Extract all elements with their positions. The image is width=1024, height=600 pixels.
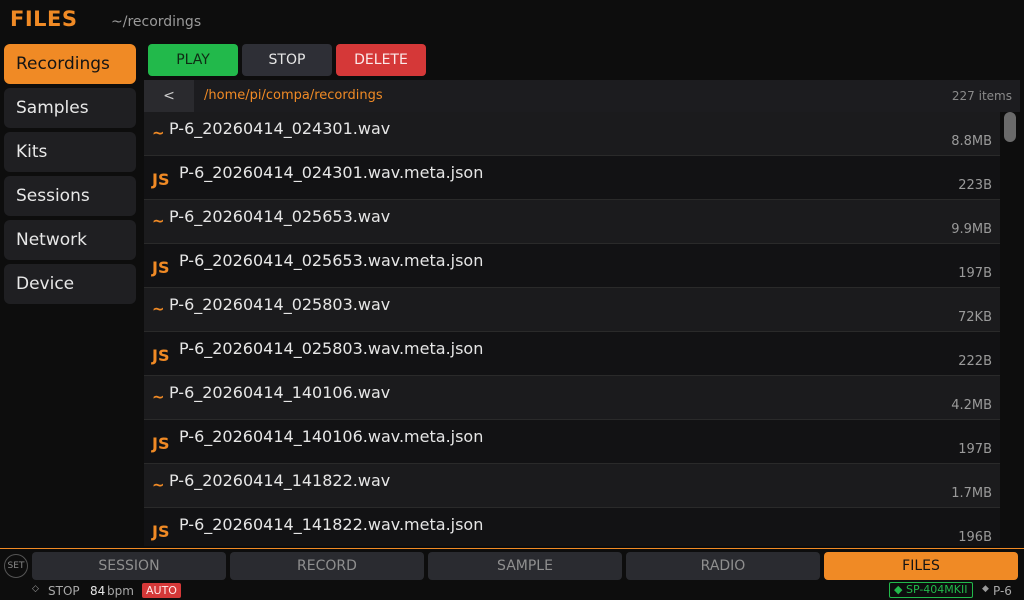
sidebar-item-sessions[interactable]: Sessions	[4, 176, 136, 216]
file-name: P-6_20260414_140106.wav	[169, 383, 391, 402]
file-name: P-6_20260414_141822.wav	[169, 471, 391, 490]
tab-radio[interactable]: RADIO	[626, 552, 820, 580]
set-button[interactable]: SET	[4, 554, 28, 578]
sidebar-item-label: Device	[16, 274, 75, 294]
file-name: P-6_20260414_141822.wav.meta.json	[179, 515, 484, 534]
json-file-icon: JS	[152, 434, 170, 453]
header: FILES ~/recordings	[0, 0, 1024, 40]
file-size: 223B	[958, 178, 992, 193]
header-path: ~/recordings	[111, 14, 202, 30]
bpm-value: 84	[90, 584, 106, 598]
scrollbar-thumb[interactable]	[1004, 112, 1016, 142]
json-file-icon: JS	[152, 346, 170, 365]
device-name: SP-404MKII	[905, 583, 968, 596]
file-size: 1.7MB	[951, 486, 992, 501]
file-size: 4.2MB	[951, 398, 992, 413]
scrollbar[interactable]	[1002, 112, 1018, 546]
file-row[interactable]: JS P-6_20260414_140106.wav.meta.json 197…	[144, 420, 1000, 464]
file-row[interactable]: ~ P-6_20260414_024301.wav 8.8MB	[144, 112, 1000, 156]
file-name: P-6_20260414_025653.wav.meta.json	[179, 251, 484, 270]
file-row[interactable]: ~ P-6_20260414_141822.wav 1.7MB	[144, 464, 1000, 508]
file-size: 72KB	[958, 310, 992, 325]
audio-wave-icon: ~	[152, 300, 165, 318]
sidebar-item-label: Sessions	[16, 186, 90, 206]
sidebar-item-network[interactable]: Network	[4, 220, 136, 260]
delete-button[interactable]: DELETE	[336, 44, 426, 76]
sidebar-item-label: Samples	[16, 98, 89, 118]
file-row[interactable]: ~ P-6_20260414_025803.wav 72KB	[144, 288, 1000, 332]
model-indicator-icon: ◆	[982, 584, 989, 594]
tab-session[interactable]: SESSION	[32, 552, 226, 580]
tab-sample[interactable]: SAMPLE	[428, 552, 622, 580]
file-row[interactable]: JS P-6_20260414_025653.wav.meta.json 197…	[144, 244, 1000, 288]
audio-wave-icon: ~	[152, 212, 165, 230]
sidebar-item-samples[interactable]: Samples	[4, 88, 136, 128]
file-size: 197B	[958, 266, 992, 281]
sidebar-item-recordings[interactable]: Recordings	[4, 44, 136, 84]
status-bar: ◇ STOP 84 bpm AUTO ◆ SP-404MKII ◆ P-6	[0, 582, 1024, 600]
audio-wave-icon: ~	[152, 388, 165, 406]
path-bar: < /home/pi/compa/recordings 227 items	[144, 80, 1020, 112]
sidebar-item-label: Network	[16, 230, 87, 250]
file-size: 9.9MB	[951, 222, 992, 237]
file-row[interactable]: JS P-6_20260414_141822.wav.meta.json 196…	[144, 508, 1000, 546]
divider	[0, 548, 1024, 549]
current-path: /home/pi/compa/recordings	[204, 88, 383, 103]
sidebar-item-label: Recordings	[16, 54, 110, 74]
file-size: 196B	[958, 530, 992, 545]
file-row[interactable]: JS P-6_20260414_024301.wav.meta.json 223…	[144, 156, 1000, 200]
file-name: P-6_20260414_024301.wav	[169, 119, 391, 138]
item-count: 227 items	[951, 89, 1012, 103]
file-size: 222B	[958, 354, 992, 369]
file-size: 197B	[958, 442, 992, 457]
file-size: 8.8MB	[951, 134, 992, 149]
transport-indicator-icon: ◇	[32, 584, 39, 594]
bpm-unit: bpm	[107, 584, 134, 598]
file-name: P-6_20260414_025653.wav	[169, 207, 391, 226]
file-row[interactable]: ~ P-6_20260414_025653.wav 9.9MB	[144, 200, 1000, 244]
auto-badge: AUTO	[142, 583, 181, 598]
transport-state: STOP	[48, 584, 80, 598]
tab-record[interactable]: RECORD	[230, 552, 424, 580]
tab-files[interactable]: FILES	[824, 552, 1018, 580]
file-row[interactable]: JS P-6_20260414_025803.wav.meta.json 222…	[144, 332, 1000, 376]
sidebar-item-device[interactable]: Device	[4, 264, 136, 304]
json-file-icon: JS	[152, 522, 170, 541]
json-file-icon: JS	[152, 170, 170, 189]
file-row[interactable]: ~ P-6_20260414_140106.wav 4.2MB	[144, 376, 1000, 420]
play-button[interactable]: PLAY	[148, 44, 238, 76]
back-button[interactable]: <	[144, 80, 194, 112]
json-file-icon: JS	[152, 258, 170, 277]
model-name: P-6	[993, 584, 1012, 598]
file-name: P-6_20260414_140106.wav.meta.json	[179, 427, 484, 446]
audio-wave-icon: ~	[152, 476, 165, 494]
audio-wave-icon: ~	[152, 124, 165, 142]
file-name: P-6_20260414_025803.wav.meta.json	[179, 339, 484, 358]
page-title: FILES	[10, 7, 78, 31]
sidebar: Recordings Samples Kits Sessions Network…	[4, 44, 136, 308]
stop-button[interactable]: STOP	[242, 44, 332, 76]
sidebar-item-kits[interactable]: Kits	[4, 132, 136, 172]
device-badge: ◆ SP-404MKII	[889, 582, 973, 598]
file-list: ~ P-6_20260414_024301.wav 8.8MB JS P-6_2…	[144, 112, 1000, 546]
file-name: P-6_20260414_025803.wav	[169, 295, 391, 314]
sidebar-item-label: Kits	[16, 142, 48, 162]
file-name: P-6_20260414_024301.wav.meta.json	[179, 163, 484, 182]
